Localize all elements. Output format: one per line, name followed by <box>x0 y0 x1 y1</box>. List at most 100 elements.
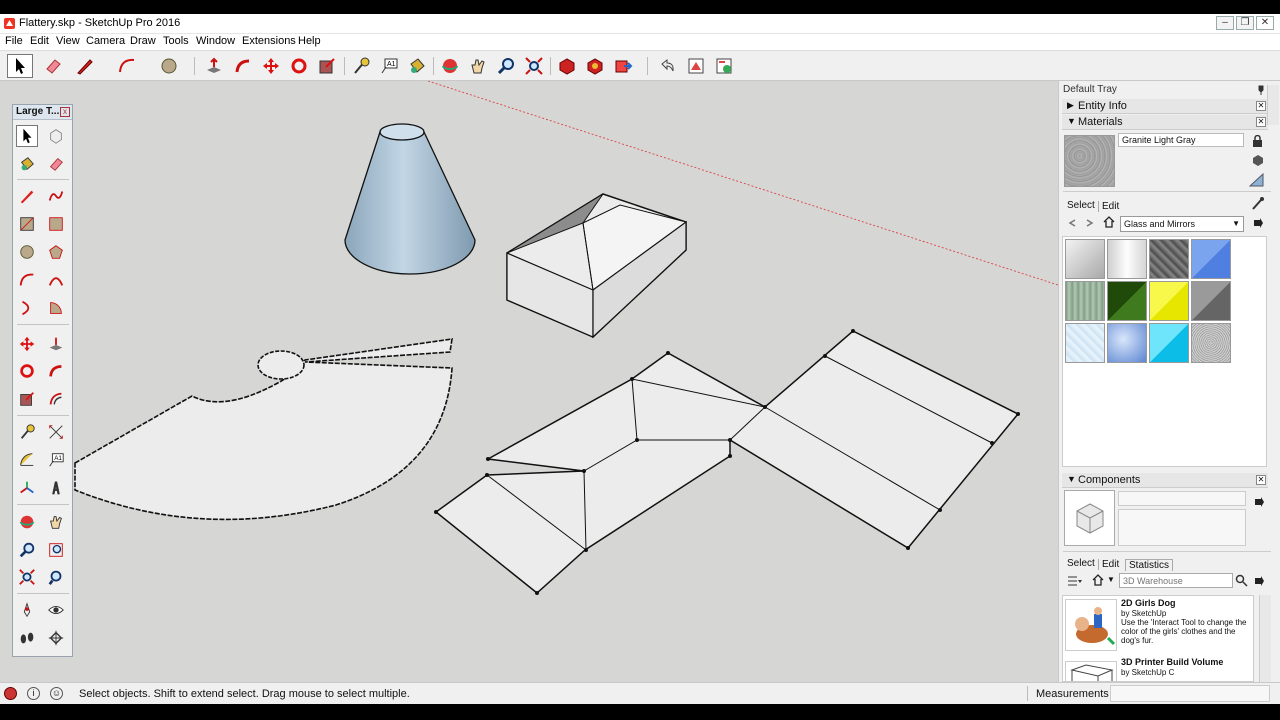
details-arrow-icon[interactable] <box>1253 496 1265 508</box>
extension-warehouse-button[interactable] <box>582 54 608 78</box>
pin-icon[interactable] <box>1257 85 1265 95</box>
menu-help[interactable]: Help <box>298 35 321 47</box>
close-large-toolset-button[interactable]: x <box>60 107 70 117</box>
lt-previous-view-button[interactable] <box>45 566 67 588</box>
materials-select-tab[interactable]: Select <box>1067 200 1095 211</box>
lt-protractor-button[interactable] <box>16 449 38 471</box>
orbit-tool-button[interactable] <box>437 54 463 78</box>
lt-tape-measure-button[interactable] <box>16 421 38 443</box>
menu-window[interactable]: Window <box>196 35 235 47</box>
lt-pie-button[interactable] <box>45 297 67 319</box>
entity-info-header[interactable]: ▶ Entity Info ✕ <box>1062 99 1268 114</box>
default-material-icon[interactable] <box>1249 173 1264 187</box>
component-list-scrollbar[interactable] <box>1259 595 1271 682</box>
move-tool-button[interactable] <box>258 54 284 78</box>
push-pull-tool-button[interactable] <box>201 54 227 78</box>
components-header[interactable]: ▼ Components ✕ <box>1062 473 1268 488</box>
material-swatch[interactable] <box>1065 239 1105 279</box>
arc-tool-button[interactable] <box>114 54 140 78</box>
follow-me-tool-button[interactable] <box>230 54 256 78</box>
pencil-tool-button[interactable] <box>72 54 98 78</box>
home-icon[interactable] <box>1092 574 1104 586</box>
user-account-icon[interactable]: ☺ <box>50 687 63 700</box>
box-model[interactable] <box>506 193 688 339</box>
lt-2pt-arc-button[interactable] <box>45 269 67 291</box>
menu-view[interactable]: View <box>56 35 80 47</box>
material-swatch[interactable] <box>1107 281 1147 321</box>
details-arrow-icon[interactable] <box>1252 217 1264 229</box>
view-options-icon[interactable] <box>1067 575 1082 587</box>
close-entity-info-button[interactable]: ✕ <box>1256 101 1266 111</box>
geo-location-icon[interactable] <box>4 687 17 700</box>
measurements-input[interactable] <box>1110 685 1270 702</box>
material-swatch[interactable] <box>1149 323 1189 363</box>
search-icon[interactable] <box>1235 574 1248 587</box>
lt-follow-me-button[interactable] <box>45 360 67 382</box>
flattened-cone-pattern[interactable] <box>74 338 453 521</box>
minimize-button[interactable]: – <box>1216 16 1234 30</box>
scale-tool-button[interactable] <box>314 54 340 78</box>
home-icon[interactable] <box>1103 216 1115 228</box>
material-swatch[interactable] <box>1107 323 1147 363</box>
rotate-tool-button[interactable] <box>286 54 312 78</box>
circle-tool-button[interactable] <box>156 54 182 78</box>
list-item[interactable]: 3D Printer Build Volume by SketchUp C <box>1063 656 1253 681</box>
lt-text-button[interactable]: A1 <box>45 449 67 471</box>
back-arrow-icon[interactable] <box>1067 218 1077 228</box>
materials-header[interactable]: ▼ Materials ✕ <box>1062 115 1268 130</box>
lt-rotated-rectangle-button[interactable] <box>45 213 67 235</box>
list-item[interactable]: 2D Girls Dog by SketchUp Use the 'Intera… <box>1063 596 1253 656</box>
chevron-down-icon[interactable]: ▼ <box>1107 575 1115 584</box>
zoom-extents-tool-button[interactable] <box>521 54 547 78</box>
tray-scrollbar[interactable] <box>1267 85 1279 125</box>
lt-zoom-extents-button[interactable] <box>16 566 38 588</box>
material-name-field[interactable]: Granite Light Gray <box>1118 133 1244 147</box>
components-edit-tab[interactable]: Edit <box>1098 559 1119 570</box>
lt-section-plane-button[interactable] <box>45 627 67 649</box>
tape-measure-tool-button[interactable] <box>348 54 374 78</box>
forward-arrow-icon[interactable] <box>1085 218 1095 228</box>
flattery-unfold-button[interactable] <box>655 54 681 78</box>
maximize-button[interactable]: ❐ <box>1236 16 1254 30</box>
select-tool-button[interactable] <box>7 54 33 78</box>
info-icon[interactable]: i <box>27 687 40 700</box>
menu-edit[interactable]: Edit <box>30 35 49 47</box>
eraser-tool-button[interactable] <box>40 54 66 78</box>
lt-paint-bucket-button[interactable] <box>16 153 38 175</box>
lt-3pt-arc-button[interactable] <box>16 297 38 319</box>
lt-dimension-button[interactable] <box>45 421 67 443</box>
menu-draw[interactable]: Draw <box>130 35 156 47</box>
lt-eraser-button[interactable] <box>45 153 67 175</box>
send-to-layout-button[interactable] <box>610 54 636 78</box>
lt-freehand-button[interactable] <box>45 185 67 207</box>
drawing-viewport[interactable]: Large T... x A1 <box>0 81 1058 682</box>
material-swatch[interactable] <box>1191 281 1231 321</box>
close-materials-button[interactable]: ✕ <box>1256 117 1266 127</box>
lt-zoom-window-button[interactable] <box>45 539 67 561</box>
materials-edit-tab[interactable]: Edit <box>1098 201 1119 212</box>
flattery-tool-button-1[interactable] <box>683 54 709 78</box>
menu-camera[interactable]: Camera <box>86 35 125 47</box>
zoom-tool-button[interactable] <box>493 54 519 78</box>
lt-rectangle-button[interactable] <box>16 213 38 235</box>
material-library-dropdown[interactable]: Glass and Mirrors ▼ <box>1120 216 1244 232</box>
lt-arc-button[interactable] <box>16 269 38 291</box>
flattery-tool-button-2[interactable] <box>711 54 737 78</box>
menu-file[interactable]: File <box>5 35 23 47</box>
lt-position-camera-button[interactable] <box>16 599 38 621</box>
lt-walk-button[interactable] <box>16 627 38 649</box>
lt-3d-text-button[interactable] <box>45 477 67 499</box>
lt-scale-button[interactable] <box>16 388 38 410</box>
close-window-button[interactable]: ✕ <box>1256 16 1274 30</box>
lt-orbit-button[interactable] <box>16 511 38 533</box>
close-components-button[interactable]: ✕ <box>1256 475 1266 485</box>
component-description-field[interactable] <box>1118 509 1246 546</box>
3d-warehouse-button[interactable] <box>554 54 580 78</box>
flattened-box-pattern[interactable] <box>434 329 1020 595</box>
details-arrow-icon[interactable] <box>1253 575 1265 587</box>
lt-rotate-button[interactable] <box>16 360 38 382</box>
lt-select-button[interactable] <box>16 125 38 147</box>
eyedropper-icon[interactable] <box>1252 197 1264 210</box>
cone-model[interactable] <box>344 123 476 275</box>
lt-look-around-button[interactable] <box>45 599 67 621</box>
